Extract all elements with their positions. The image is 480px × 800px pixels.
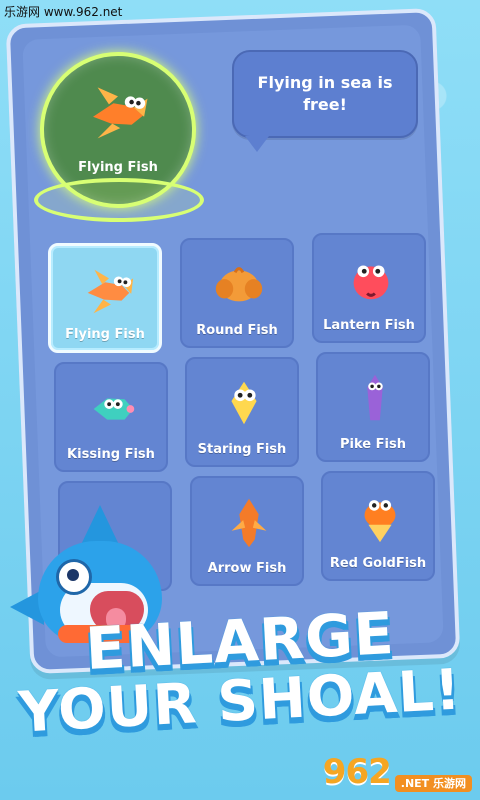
staring-fish-icon — [231, 381, 257, 425]
speech-bubble: Flying in sea is free! — [232, 50, 418, 138]
site-badge-number: 962 — [322, 752, 392, 792]
fish-label-arrow-fish: Arrow Fish — [207, 561, 287, 576]
fish-card-lantern-fish[interactable]: Lantern Fish — [312, 233, 426, 343]
shark-pupil — [67, 569, 79, 581]
fish-label-kissing-fish: Kissing Fish — [67, 447, 155, 462]
headline-text: ENLARGE YOUR SHOAL! — [10, 599, 470, 746]
fish-card-flying-fish[interactable]: Flying Fish — [48, 243, 162, 353]
lantern-fish-icon — [353, 265, 389, 300]
arrow-fish-icon — [231, 498, 267, 548]
fish-label-lantern-fish: Lantern Fish — [323, 318, 415, 333]
fish-card-staring-fish[interactable]: Staring Fish — [185, 357, 299, 467]
fish-card-round-fish[interactable]: Round Fish — [180, 238, 294, 348]
fish-card-kissing-fish[interactable]: Kissing Fish — [54, 362, 168, 472]
flying-fish-icon — [87, 269, 134, 314]
shark-eye — [56, 559, 92, 595]
fish-card-arrow-fish[interactable]: Arrow Fish — [190, 476, 304, 586]
site-badge-text: .NET 乐游网 — [394, 774, 472, 792]
kissing-fish-icon — [93, 398, 135, 420]
red-goldfish-icon — [364, 500, 396, 543]
fish-label-pike-fish: Pike Fish — [340, 437, 406, 452]
selection-halo — [34, 178, 204, 222]
pike-fish-icon — [367, 374, 383, 421]
fish-label-flying-fish: Flying Fish — [65, 327, 145, 342]
site-badge: 962 .NET 乐游网 — [323, 752, 472, 792]
round-fish-icon — [215, 267, 263, 302]
fish-label-round-fish: Round Fish — [196, 323, 278, 338]
fish-label-red-goldfish: Red GoldFish — [329, 556, 427, 571]
watermark-text: 乐游网 www.962.net — [4, 5, 123, 19]
fish-label-staring-fish: Staring Fish — [197, 442, 287, 457]
fish-card-red-goldfish[interactable]: Red GoldFish — [321, 471, 435, 581]
fish-card-pike-fish[interactable]: Pike Fish — [316, 352, 430, 462]
selected-fish-label: Flying Fish — [78, 160, 158, 175]
flying-fish-icon — [93, 87, 148, 139]
speech-bubble-tail — [245, 136, 269, 152]
